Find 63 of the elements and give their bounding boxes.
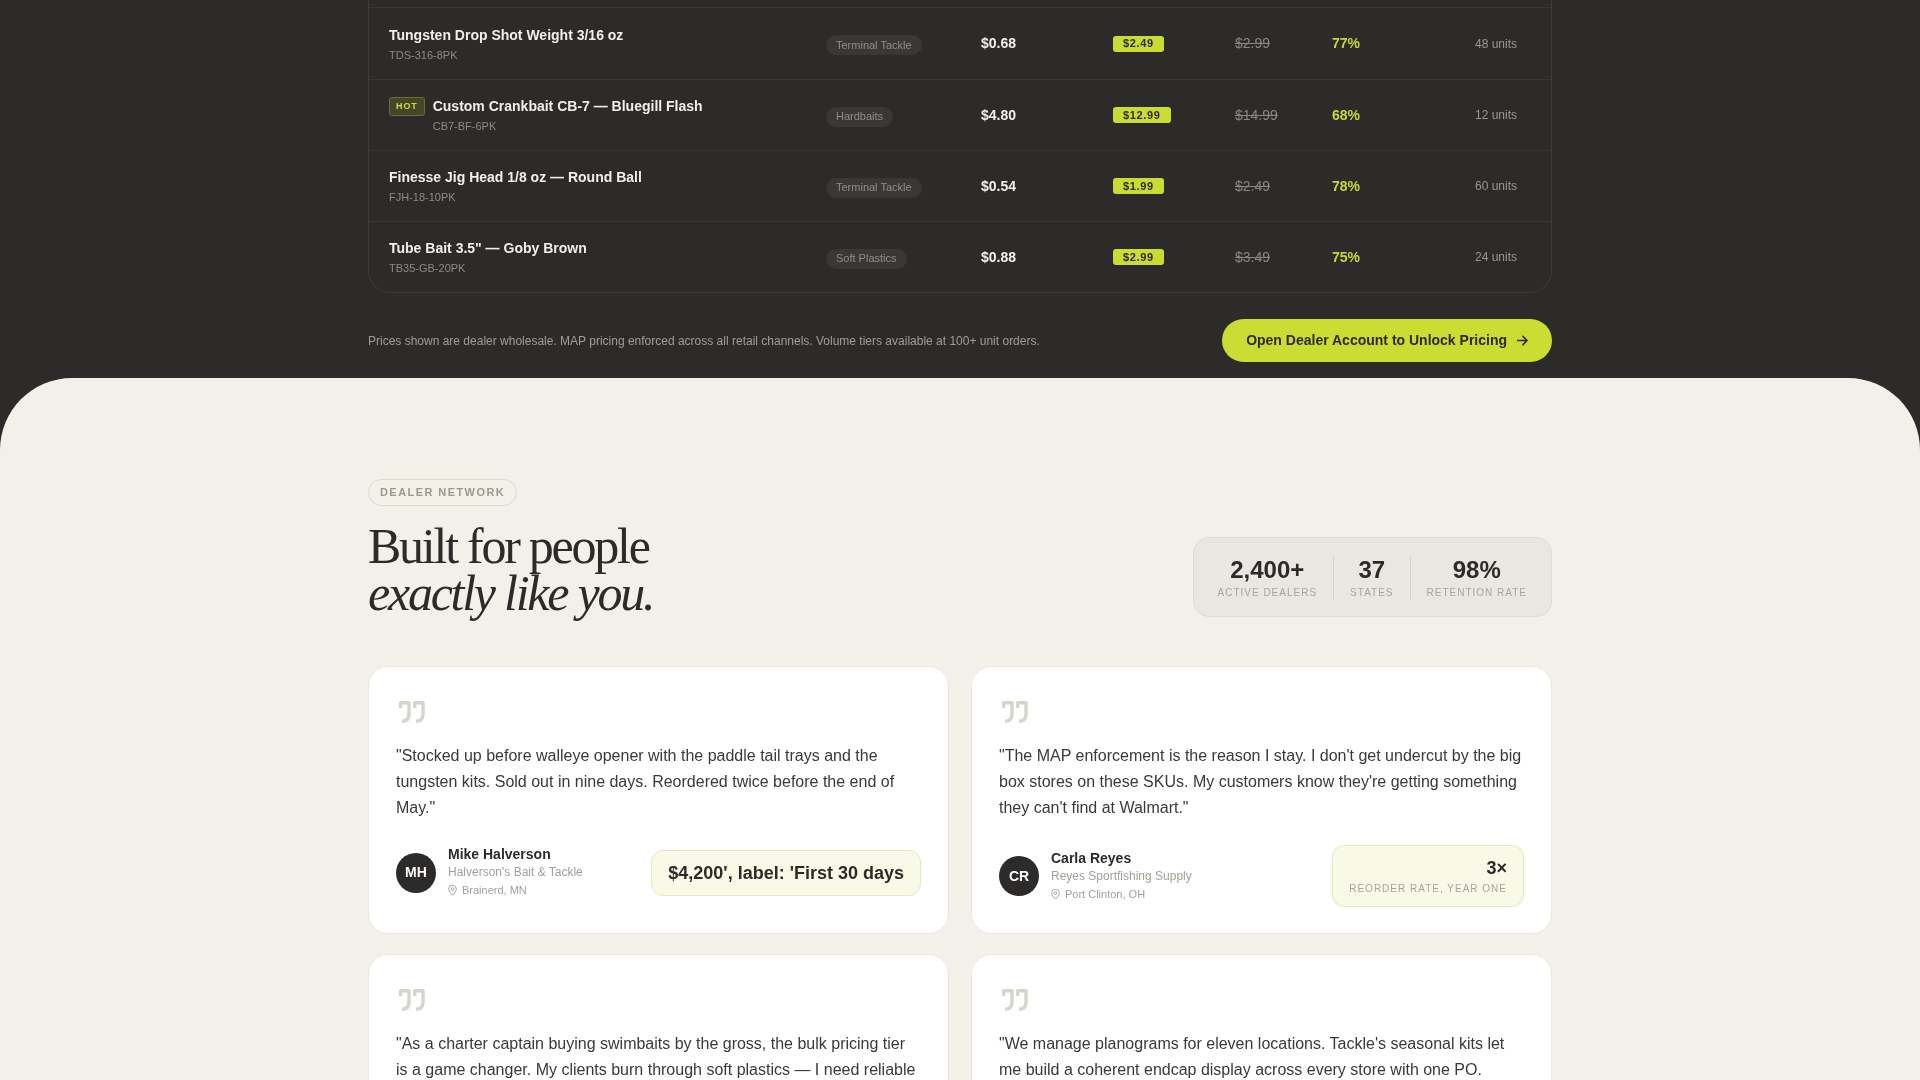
price-text: $0.88: [981, 247, 1018, 267]
struck-price: $3.49: [1235, 247, 1272, 267]
price-text: $0.54: [981, 176, 1018, 196]
map-pin-icon: [1051, 888, 1060, 900]
quantity-text: 48 units: [1474, 35, 1517, 53]
avatar: CR: [999, 856, 1039, 896]
unlock-pricing-button[interactable]: Open Dealer Account to Unlock Pricing: [1222, 319, 1552, 362]
price-badge: $12.99: [1113, 107, 1171, 123]
price-text: $0.68: [981, 34, 1018, 53]
location-text: Brainerd, MN: [462, 883, 527, 898]
company-name: Reyes Sportfishing Supply: [1051, 867, 1192, 885]
price-badge: $1.99: [1113, 178, 1164, 194]
percent-text: 75%: [1332, 247, 1362, 267]
percent-text: 68%: [1332, 105, 1362, 125]
product-name: Tube Bait 3.5" — Goby Brown: [389, 239, 587, 258]
product-name: Finesse Jig Head 1/8 oz — Round Ball: [389, 168, 642, 187]
quantity-text: 60 units: [1474, 178, 1517, 195]
product-code: TB35-GB-20PK: [389, 261, 467, 276]
quantity-text: 12 units: [1474, 107, 1517, 124]
quote-icon: [399, 701, 426, 723]
stat-label: STATES: [1350, 586, 1394, 600]
stat-value: 2,400+: [1230, 555, 1305, 585]
metric-value: $4,200', label: 'First 30 days: [668, 861, 904, 885]
metric-value: 3×: [1486, 857, 1507, 880]
stat-label: ACTIVE DEALERS: [1217, 586, 1318, 600]
price-badge: $2.49: [1113, 35, 1164, 52]
quote-icon: [1002, 701, 1029, 723]
arrow-right-icon: [1517, 335, 1528, 346]
stat-value: 37: [1358, 555, 1386, 585]
author-name: Mike Halverson: [448, 845, 552, 863]
product-code: TDS-316-8PK: [389, 47, 459, 63]
struck-price: $2.49: [1235, 176, 1272, 196]
stat-label: RETENTION RATE: [1426, 586, 1527, 600]
quote-text: "The MAP enforcement is the reason I stay. I don't get undercut by the big box stores on these SKUs. My customers know they're getting something they can't find at Walmart.": [999, 746, 1523, 818]
quote-icon: [399, 989, 426, 1011]
metric-label: REORDER RATE, YEAR ONE: [1349, 882, 1507, 896]
author-name: Carla Reyes: [1051, 848, 1133, 867]
product-name: Custom Crankbait CB-7 — Bluegill Flash: [432, 97, 703, 116]
location-text: Port Clinton, OH: [1065, 886, 1146, 902]
pricing-note: Prices shown are dealer wholesale. MAP pricing enforced across all retail channels. Volume tiers available at 100+ unit orders.: [368, 332, 1040, 350]
map-pin-icon: [448, 885, 457, 896]
percent-text: 78%: [1332, 176, 1362, 196]
category-tag: Hardbaits: [826, 106, 894, 127]
stat-value: 98%: [1452, 555, 1501, 585]
price-text: $4.80: [981, 105, 1018, 125]
category-tag: Soft Plastics: [826, 248, 907, 269]
label-badge: HOT: [389, 97, 425, 116]
product-name: Tungsten Drop Shot Weight 3/16 oz: [389, 25, 624, 45]
quantity-text: 24 units: [1474, 249, 1517, 266]
product-code: FJH-18-10PK: [389, 190, 457, 205]
avatar: MH: [396, 852, 436, 893]
product-code: CB7-BF-6PK: [432, 119, 498, 134]
struck-price: $14.99: [1235, 105, 1279, 125]
category-tag: Terminal Tackle: [826, 177, 922, 198]
quote-icon: [1002, 989, 1029, 1011]
struck-price: $2.99: [1235, 34, 1272, 53]
category-tag: Terminal Tackle: [826, 35, 922, 55]
quote-text: "As a charter captain buying swimbaits by the gross, the bulk pricing tier is a game changer. My clients burn through soft plastics — I need reliable: [396, 1034, 917, 1080]
quote-text: "We manage planograms for eleven locations. Tackle's seasonal kits let me build a coherent endcap display across every store with one PO.: [999, 1034, 1506, 1080]
percent-text: 77%: [1332, 34, 1362, 53]
company-name: Halverson's Bait & Tackle: [448, 864, 583, 881]
quote-text: "Stocked up before walleye opener with the paddle tail trays and the tungsten kits. Sold out in nine days. Reordered twice before the end of May.": [396, 746, 896, 818]
price-badge: $2.99: [1113, 249, 1164, 265]
